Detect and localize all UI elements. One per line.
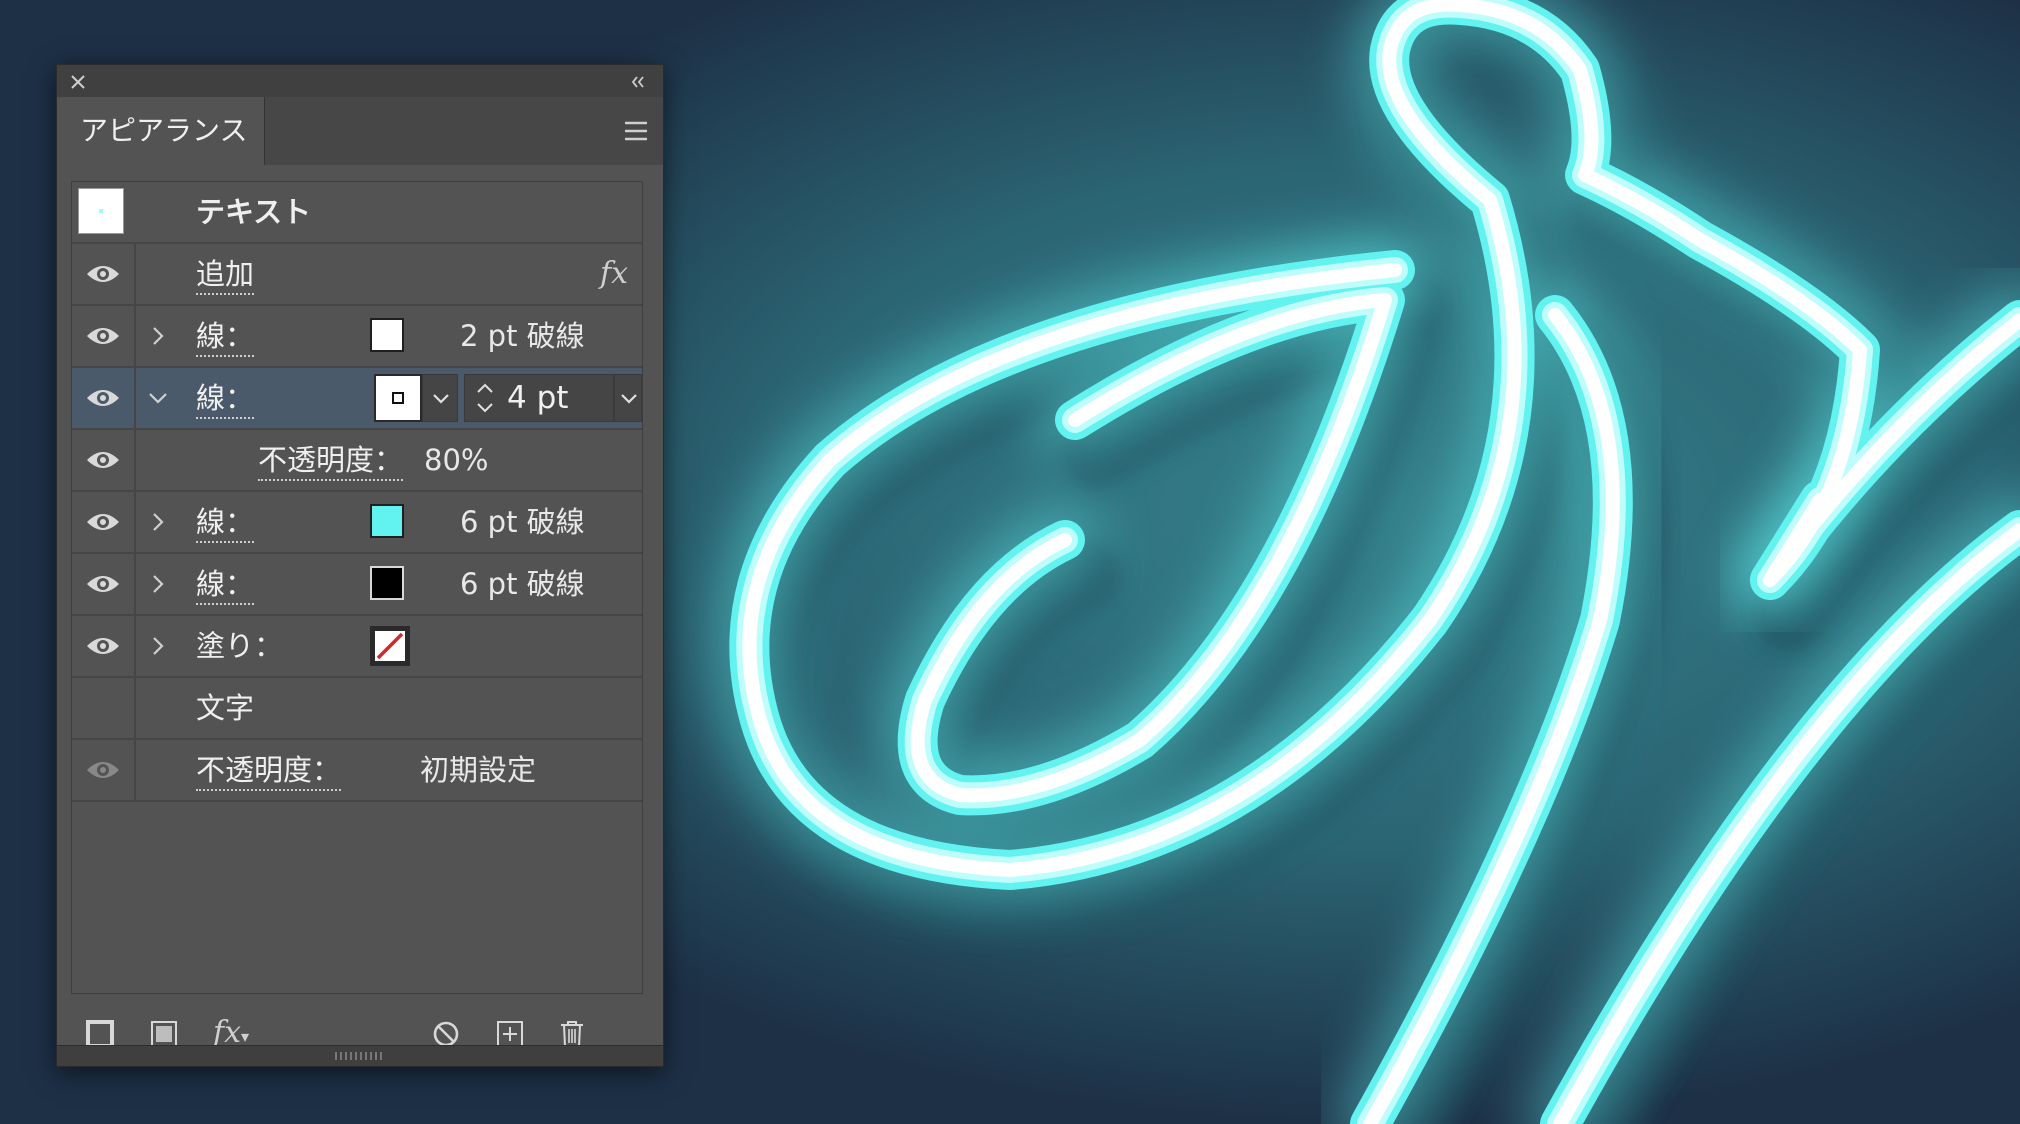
opacity-label[interactable]: 不透明度： [258, 430, 404, 490]
stroke-value: 6 pt 破線 [460, 567, 585, 601]
stroke-color-swatch[interactable] [370, 566, 404, 600]
visibility-cell [72, 492, 136, 552]
visibility-cell [72, 678, 136, 738]
eye-icon[interactable] [85, 509, 121, 535]
chevron-down-icon [621, 394, 637, 404]
chevron-right-icon[interactable] [146, 572, 170, 596]
stroke-color-swatch[interactable] [374, 374, 422, 422]
eye-icon[interactable] [85, 571, 121, 597]
stroke-weight-dropdown[interactable] [614, 374, 642, 422]
menu-icon[interactable] [623, 119, 649, 143]
stroke-row[interactable]: 線： 6 pt 破線 [72, 492, 642, 554]
close-icon[interactable] [67, 71, 89, 93]
chevron-down-icon [433, 394, 449, 404]
eye-icon[interactable] [85, 385, 121, 411]
opacity-value[interactable]: 80% [424, 430, 488, 490]
tab-appearance[interactable]: アピアランス [57, 97, 265, 165]
stroke-label[interactable]: 線： [196, 368, 255, 428]
target-label: テキスト [196, 195, 312, 229]
visibility-cell [72, 368, 136, 428]
eye-icon[interactable] [85, 261, 121, 287]
stroke-value: 6 pt 破線 [460, 505, 585, 539]
stroke-color-swatch[interactable] [370, 504, 404, 538]
visibility-cell [72, 306, 136, 366]
stroke-row-selected[interactable]: 線： 4 pt [72, 368, 642, 430]
stroke-label[interactable]: 線： [196, 554, 255, 614]
stepper-icon[interactable] [473, 378, 497, 418]
none-swatch-icon[interactable] [368, 624, 412, 668]
add-row[interactable]: 追加 fx [72, 244, 642, 306]
visibility-cell [72, 244, 136, 304]
eye-icon[interactable] [85, 633, 121, 659]
eye-icon[interactable] [85, 757, 121, 783]
stroke-color-swatch[interactable] [370, 318, 404, 352]
target-row[interactable]: テキスト [72, 182, 642, 244]
chevron-down-icon[interactable] [146, 386, 170, 410]
characters-label[interactable]: 文字 [196, 678, 254, 738]
stroke-value: 2 pt 破線 [460, 319, 585, 353]
stroke-row[interactable]: 線： 6 pt 破線 [72, 554, 642, 616]
stroke-weight-value[interactable]: 4 pt [507, 375, 568, 421]
stroke-row[interactable]: 線： 2 pt 破線 [72, 306, 642, 368]
stroke-label[interactable]: 線： [196, 306, 255, 366]
resize-grip[interactable] [57, 1045, 663, 1066]
opacity-label[interactable]: 不透明度： [196, 740, 342, 800]
chevron-right-icon[interactable] [146, 324, 170, 348]
opacity-value: 初期設定 [420, 753, 537, 787]
eye-icon[interactable] [85, 447, 121, 473]
chevron-right-icon[interactable] [146, 634, 170, 658]
visibility-cell [72, 740, 136, 800]
opacity-row[interactable]: 不透明度： 80% [72, 430, 642, 492]
target-thumbnail [78, 188, 124, 234]
opacity-default-row[interactable]: 不透明度： 初期設定 [72, 740, 642, 802]
fill-label[interactable]: 塗り： [196, 616, 283, 676]
visibility-cell [72, 616, 136, 676]
add-label[interactable]: 追加 [196, 244, 255, 304]
eye-icon[interactable] [85, 323, 121, 349]
stroke-weight-field[interactable]: 4 pt [464, 374, 614, 422]
fill-row[interactable]: 塗り： [72, 616, 642, 678]
panel-titlebar[interactable] [57, 65, 663, 97]
characters-row[interactable]: 文字 [72, 678, 642, 740]
visibility-cell [72, 554, 136, 614]
chevron-right-icon[interactable] [146, 510, 170, 534]
collapse-icon[interactable] [627, 71, 649, 93]
stroke-label[interactable]: 線： [196, 492, 255, 552]
panel-tabstrip: アピアランス [57, 97, 663, 165]
swatch-dropdown[interactable] [422, 374, 458, 422]
visibility-cell [72, 430, 136, 490]
fx-icon[interactable]: fx [600, 244, 628, 304]
appearance-panel: アピアランス テキスト 追加 fx 線： 2 pt 破線 線： 4 pt 不透明… [56, 64, 664, 1067]
appearance-list: テキスト 追加 fx 線： 2 pt 破線 線： 4 pt 不透明度： 80% … [71, 181, 643, 994]
